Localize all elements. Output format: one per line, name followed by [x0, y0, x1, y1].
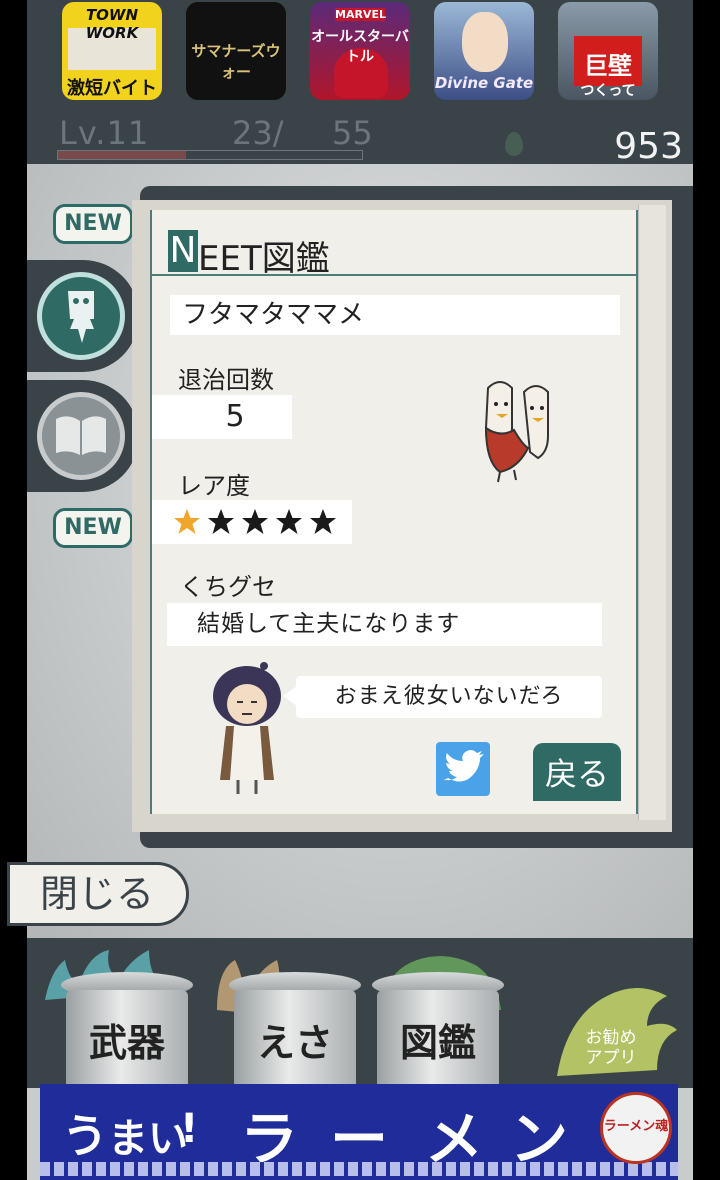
ad-kyoheki-subtitle: つくって: [580, 83, 636, 99]
title-initial: N: [168, 230, 198, 272]
neet-creature-image: [484, 381, 549, 483]
banner-char-4: !: [180, 1106, 199, 1152]
zukan-button[interactable]: [377, 990, 499, 1086]
neet-character-icon: [37, 272, 125, 360]
weapon-button[interactable]: [66, 990, 188, 1086]
banner-char-1: う: [62, 1109, 108, 1163]
grandma-character-image: [213, 662, 281, 794]
tab-book[interactable]: [27, 380, 139, 492]
speech-tail: [283, 686, 297, 706]
ad-divine-gate-title: Divine Gate: [434, 74, 534, 92]
defeat-count-value: 5: [152, 395, 292, 439]
book-title: EET図鑑: [198, 239, 330, 279]
neet-name: フタマタママメ: [170, 295, 620, 335]
banner-char-2: ま: [108, 1116, 148, 1162]
ad-townwork-title: TOWN WORK: [85, 6, 139, 42]
recommend-line1: お勧め: [585, 1028, 637, 1048]
ad-townwork-subtitle: 激短バイト: [67, 78, 157, 99]
ramen-logo-text: ラーメン魂: [603, 1119, 669, 1134]
title-divider: [152, 274, 636, 276]
status-bar: Lv.11 23/ 55 953: [27, 112, 693, 167]
book-page-edge: [638, 205, 666, 820]
exp-bar: [57, 150, 363, 160]
catchphrase-label: くちグセ: [180, 573, 276, 601]
defeat-count-label: 退治回数: [178, 366, 274, 394]
catchphrase-value: 結婚して主夫になります: [167, 603, 602, 646]
twitter-bird-icon: [444, 750, 484, 782]
ad-marvel-title: オールスターバトル: [311, 29, 409, 65]
ad-townwork-icon[interactable]: TOWN WORK 激短バイト: [62, 2, 162, 100]
ad-kyoheki-title: 巨壁: [584, 52, 632, 80]
new-badge-bottom: NEW: [53, 508, 133, 548]
ad-marvel-brand: MARVEL: [335, 8, 386, 21]
recommend-line2: アプリ: [585, 1048, 637, 1068]
recommend-apps-button[interactable]: お勧め アプリ: [563, 1028, 659, 1068]
new-badge-top: NEW: [53, 204, 133, 244]
book-icon: [37, 392, 125, 480]
ad-divine-gate-icon[interactable]: Divine Gate: [434, 2, 534, 100]
twitter-share-button[interactable]: [436, 742, 490, 796]
star-empty-icon: [242, 509, 268, 534]
food-button[interactable]: [234, 990, 356, 1086]
exp-max: 55: [332, 114, 373, 152]
ramen-logo: ラーメン魂: [600, 1092, 672, 1164]
map-pin-icon: [505, 132, 523, 156]
tab-neet[interactable]: [27, 260, 139, 372]
speech-bubble: おまえ彼女いないだろ: [296, 676, 602, 718]
rarity-stars: [152, 500, 352, 544]
exp-bar-fill: [58, 151, 186, 159]
back-button[interactable]: 戻る: [533, 743, 621, 801]
star-empty-icon: [208, 509, 234, 534]
rarity-label: レア度: [178, 472, 250, 500]
star-empty-icon: [310, 509, 336, 534]
coin-count: 953: [614, 126, 683, 167]
close-button[interactable]: 閉じる: [7, 862, 189, 926]
exp-current: 23/: [232, 114, 284, 152]
ad-summoners-title: サマナーズウォー: [191, 42, 281, 81]
star-empty-icon: [276, 509, 302, 534]
ad-marvel-icon[interactable]: MARVEL オールスターバトル: [310, 2, 410, 100]
star-filled-icon: [174, 509, 200, 534]
ramen-ad-banner[interactable]: う ま い ! ラ ー メ ン ラーメン魂: [40, 1084, 678, 1180]
ad-summoners-icon[interactable]: サマナーズウォー: [186, 2, 286, 100]
level-text: Lv.11: [59, 114, 150, 152]
ad-strip: TOWN WORK 激短バイト サマナーズウォー MARVEL オールスターバト…: [27, 0, 693, 112]
banner-pattern: [40, 1162, 678, 1176]
ad-kyoheki-icon[interactable]: 巨壁 つくって: [558, 2, 658, 100]
